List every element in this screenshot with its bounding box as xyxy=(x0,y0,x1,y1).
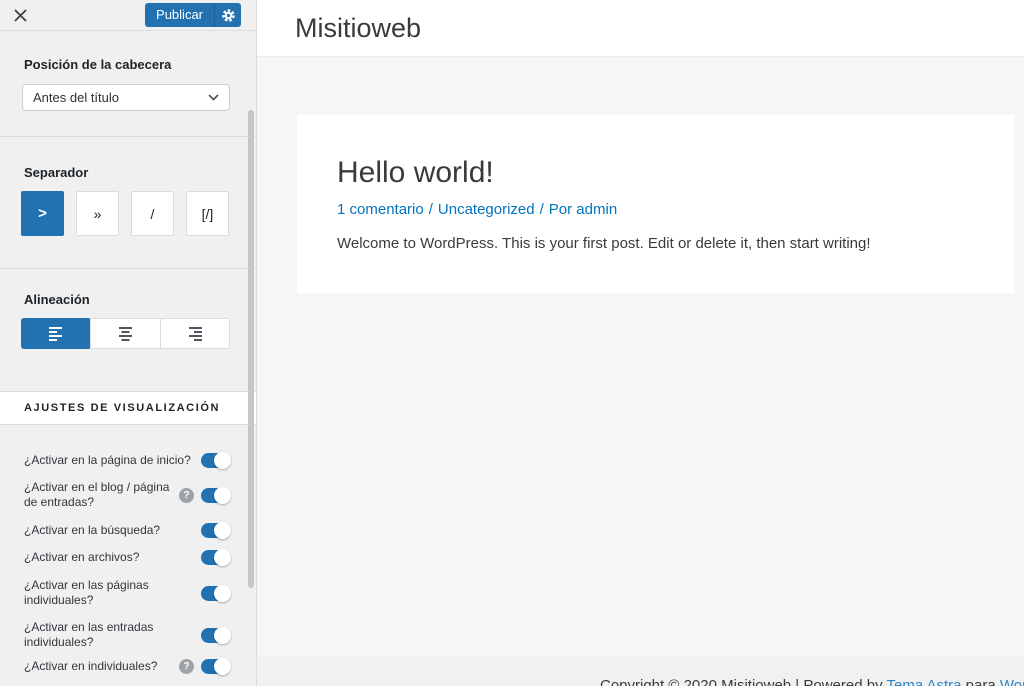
toggle-switch-home[interactable] xyxy=(201,453,230,468)
category-link[interactable]: Uncategorized xyxy=(438,201,535,218)
toggle-switch-archives[interactable] xyxy=(201,550,230,565)
close-button[interactable] xyxy=(0,0,40,30)
toggle-row: ¿Activar en la búsqueda? xyxy=(24,520,230,540)
separator-option-double-chevron[interactable]: » xyxy=(76,191,119,236)
alignment-label: Alineación xyxy=(24,292,90,307)
alignment-options xyxy=(21,318,230,349)
chevron-down-icon xyxy=(208,94,219,101)
customizer-sidebar: Publicar Posición de la cabecera Antes d… xyxy=(0,0,257,686)
help-icon[interactable]: ? xyxy=(179,659,194,674)
toggle-switch-singles[interactable] xyxy=(201,659,230,674)
display-settings-section: AJUSTES DE VISUALIZACIÓN xyxy=(0,391,256,425)
copyright-middle-text: para xyxy=(962,677,1000,686)
toggle-label: ¿Activar en las páginas individuales? xyxy=(24,578,201,608)
align-center-icon xyxy=(118,327,133,341)
site-header: Misitioweb xyxy=(257,0,1024,57)
post-card: Hello world! 1 comentario / Uncategorized /… xyxy=(297,115,1014,293)
header-position-value: Antes del título xyxy=(23,90,208,105)
toggle-row: ¿Activar en archivos? xyxy=(24,547,230,567)
copyright-text: Copyright © 2020 Misitioweb | Powered by xyxy=(600,677,886,686)
toggle-row: ¿Activar en la página de inicio? xyxy=(24,450,230,470)
toggle-label: ¿Activar en la búsqueda? xyxy=(24,523,201,538)
meta-separator: / xyxy=(540,201,544,218)
post-title-link[interactable]: Hello world! xyxy=(337,156,494,190)
comments-link[interactable]: 1 comentario xyxy=(337,201,424,218)
toggle-switch-blog[interactable] xyxy=(201,488,230,503)
meta-separator: / xyxy=(429,201,433,218)
toggle-switch-posts[interactable] xyxy=(201,628,230,643)
footer-copyright: Copyright © 2020 Misitioweb | Powered by… xyxy=(600,677,1024,686)
separator-label: Separador xyxy=(24,165,88,180)
separator-option-slash[interactable]: / xyxy=(131,191,174,236)
close-icon xyxy=(14,9,27,22)
site-title-link[interactable]: Misitioweb xyxy=(295,0,421,56)
platform-link[interactable]: WordPress xyxy=(1000,677,1024,686)
toggle-label: ¿Activar en archivos? xyxy=(24,550,201,565)
publish-button-group: Publicar xyxy=(145,3,241,27)
separator-option-bracket-slash[interactable]: [/] xyxy=(186,191,229,236)
post-excerpt: Welcome to WordPress. This is your first… xyxy=(337,235,871,252)
toggle-label: ¿Activar en las entradas individuales? xyxy=(24,620,201,650)
header-position-select[interactable]: Antes del título xyxy=(22,84,230,111)
align-center-button[interactable] xyxy=(90,319,160,348)
post-meta: 1 comentario / Uncategorized / Por admin xyxy=(337,201,617,218)
toggle-row: ¿Activar en el blog / página de entradas… xyxy=(24,478,230,512)
sidebar-scrollbar[interactable] xyxy=(248,110,254,588)
toggle-switch-search[interactable] xyxy=(201,523,230,538)
publish-settings-button[interactable] xyxy=(214,3,241,27)
toggle-label: ¿Activar en el blog / página de entradas… xyxy=(24,480,179,510)
toggle-row: ¿Activar en individuales? ? xyxy=(24,656,230,676)
header-position-label: Posición de la cabecera xyxy=(24,57,171,72)
align-left-icon xyxy=(49,327,64,341)
display-settings-heading: AJUSTES DE VISUALIZACIÓN xyxy=(0,402,220,414)
publish-button[interactable]: Publicar xyxy=(145,3,214,27)
toggle-label: ¿Activar en individuales? xyxy=(24,659,179,674)
toggle-switch-pages[interactable] xyxy=(201,586,230,601)
customizer-header: Publicar xyxy=(0,0,256,31)
help-icon[interactable]: ? xyxy=(179,488,194,503)
theme-link[interactable]: Tema Astra xyxy=(886,677,961,686)
gear-icon xyxy=(221,8,236,23)
section-divider xyxy=(0,268,256,269)
toggle-row: ¿Activar en las páginas individuales? xyxy=(24,576,230,610)
separator-options: > » / [/] xyxy=(21,191,229,236)
site-preview: Misitioweb Hello world! 1 comentario / Unc… xyxy=(257,0,1024,686)
section-divider xyxy=(0,136,256,137)
toggle-row: ¿Activar en las entradas individuales? xyxy=(24,618,230,652)
toggle-label: ¿Activar en la página de inicio? xyxy=(24,453,201,468)
align-left-button[interactable] xyxy=(21,318,91,349)
align-right-button[interactable] xyxy=(160,319,230,348)
separator-option-chevron[interactable]: > xyxy=(21,191,64,236)
author-link[interactable]: Por admin xyxy=(549,201,617,218)
align-right-icon xyxy=(187,327,202,341)
